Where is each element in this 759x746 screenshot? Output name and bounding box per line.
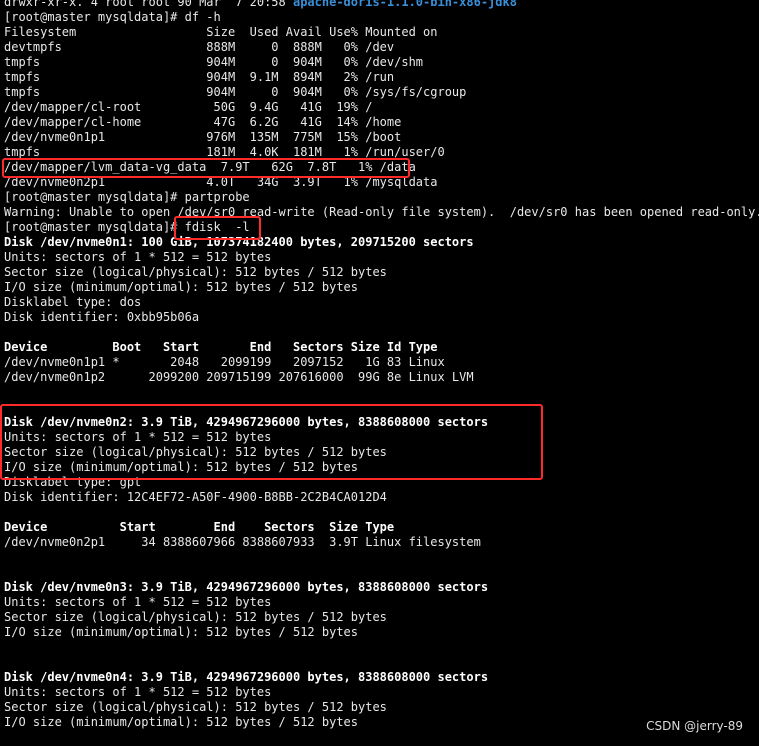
terminal-line: Filesystem Size Used Avail Use% Mounted … <box>4 25 438 39</box>
terminal-line: I/O size (minimum/optimal): 512 bytes / … <box>4 715 359 729</box>
terminal-line: Warning: Unable to open /dev/sr0 read-wr… <box>4 205 759 219</box>
terminal-line: Sector size (logical/physical): 512 byte… <box>4 610 387 624</box>
terminal-line: Disklabel type: dos <box>4 295 142 309</box>
terminal-line: tmpfs 904M 0 904M 0% /dev/shm <box>4 55 424 69</box>
terminal-line: Sector size (logical/physical): 512 byte… <box>4 445 387 459</box>
terminal-line: Units: sectors of 1 * 512 = 512 bytes <box>4 250 272 264</box>
terminal-line: devtmpfs 888M 0 888M 0% /dev <box>4 40 395 54</box>
terminal-line: I/O size (minimum/optimal): 512 bytes / … <box>4 625 359 639</box>
directory-name: apache-doris-1.1.0-bin-x86-jdk8 <box>292 0 517 9</box>
terminal-window[interactable]: drwxr-xr-x. 4 root root 90 Mar 7 20:58 a… <box>0 0 759 746</box>
terminal-line-table-header: Device Boot Start End Sectors Size Id Ty… <box>4 340 438 354</box>
terminal-line: [root@master mysqldata]# df -h <box>4 10 221 24</box>
terminal-line: tmpfs 904M 0 904M 0% /sys/fs/cgroup <box>4 85 467 99</box>
terminal-line: /dev/nvme0n1p2 2099200 209715199 2076160… <box>4 370 474 384</box>
permission-text: drwxr-xr-x. 4 root root 90 Mar 7 20:58 <box>4 0 293 9</box>
terminal-line: /dev/nvme0n2p1 34 8388607966 8388607933 … <box>4 535 481 549</box>
terminal-line: Units: sectors of 1 * 512 = 512 bytes <box>4 595 272 609</box>
terminal-line: /dev/mapper/lvm_data-vg_data 7.9T 62G 7.… <box>4 160 416 174</box>
terminal-line: tmpfs 181M 4.0K 181M 1% /run/user/0 <box>4 145 445 159</box>
terminal-line: I/O size (minimum/optimal): 512 bytes / … <box>4 460 359 474</box>
terminal-line: Disk identifier: 0xbb95b06a <box>4 310 200 324</box>
terminal-line: /dev/mapper/cl-home 47G 6.2G 41G 14% /ho… <box>4 115 402 129</box>
terminal-line-disk-header: Disk /dev/nvme0n4: 3.9 TiB, 429496729600… <box>4 670 489 684</box>
terminal-line: [root@master mysqldata]# fdisk -l <box>4 220 250 234</box>
terminal-line-disk-header: Disk /dev/nvme0n3: 3.9 TiB, 429496729600… <box>4 580 489 594</box>
terminal-line: I/O size (minimum/optimal): 512 bytes / … <box>4 280 359 294</box>
terminal-line-partial: drwxr-xr-x. 4 root root 90 Mar 7 20:58 a… <box>4 0 517 10</box>
terminal-line: /dev/nvme0n1p1 * 2048 2099199 2097152 1G… <box>4 355 445 369</box>
terminal-line: Units: sectors of 1 * 512 = 512 bytes <box>4 430 272 444</box>
terminal-line-disk-header: Disk /dev/nvme0n2: 3.9 TiB, 429496729600… <box>4 415 489 429</box>
terminal-line: Units: sectors of 1 * 512 = 512 bytes <box>4 685 272 699</box>
watermark-text: CSDN @jerry-89 <box>646 719 743 733</box>
terminal-line: Sector size (logical/physical): 512 byte… <box>4 265 387 279</box>
terminal-line: /dev/nvme0n1p1 976M 135M 775M 15% /boot <box>4 130 402 144</box>
terminal-line-disk-header: Disk /dev/nvme0n1: 100 GiB, 107374182400… <box>4 235 474 249</box>
terminal-line: /dev/nvme0n2p1 4.0T 34G 3.9T 1% /mysqlda… <box>4 175 438 189</box>
terminal-line: tmpfs 904M 9.1M 894M 2% /run <box>4 70 395 84</box>
terminal-line: Disk identifier: 12C4EF72-A50F-4900-B8BB… <box>4 490 387 504</box>
terminal-line: Sector size (logical/physical): 512 byte… <box>4 700 387 714</box>
terminal-line: [root@master mysqldata]# partprobe <box>4 190 250 204</box>
terminal-line: /dev/mapper/cl-root 50G 9.4G 41G 19% / <box>4 100 373 114</box>
terminal-cursor <box>0 728 7 741</box>
terminal-line-table-header: Device Start End Sectors Size Type <box>4 520 395 534</box>
terminal-line: Disklabel type: gpt <box>4 475 142 489</box>
